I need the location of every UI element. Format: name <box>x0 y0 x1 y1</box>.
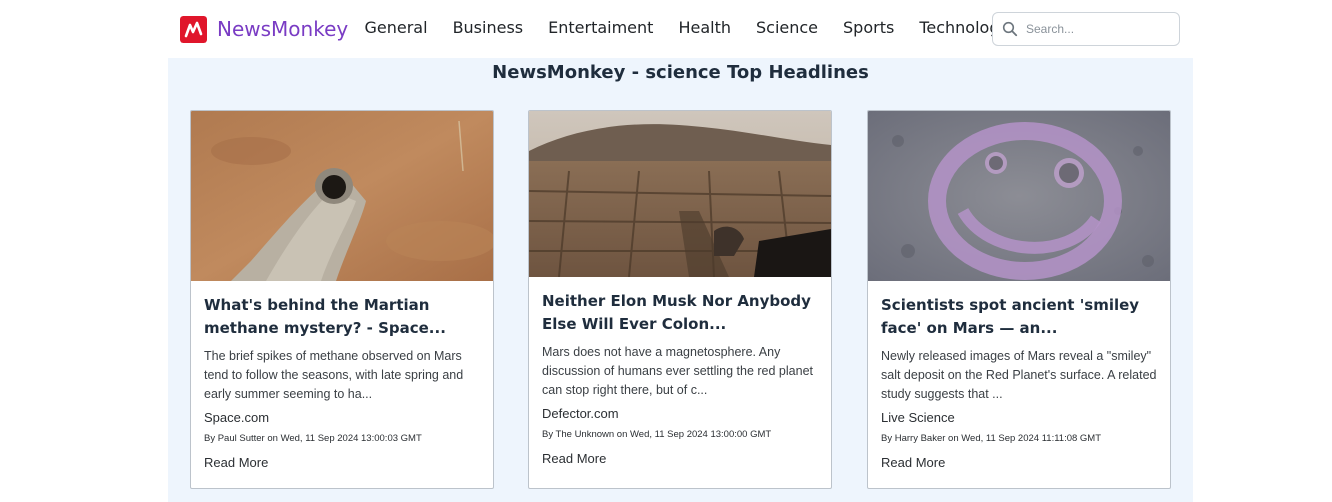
page-title: NewsMonkey - science Top Headlines <box>492 62 869 83</box>
brand-name: NewsMonkey <box>217 17 349 41</box>
news-card: What's behind the Martian methane myster… <box>190 110 494 489</box>
main-content: NewsMonkey - science Top Headlines What'… <box>168 58 1193 502</box>
card-body: Scientists spot ancient 'smiley face' on… <box>868 281 1170 472</box>
article-byline: By Harry Baker on Wed, 11 Sep 2024 11:11… <box>881 433 1102 444</box>
news-card: Scientists spot ancient 'smiley face' on… <box>867 110 1171 489</box>
article-source: Defector.com <box>542 406 619 421</box>
article-description: Newly released images of Mars reveal a "… <box>881 349 1157 401</box>
nav-item-general[interactable]: General <box>352 18 440 37</box>
newsmonkey-logo-icon <box>180 15 207 43</box>
article-title: Neither Elon Musk Nor Anybody Else Will … <box>542 292 811 333</box>
search-box <box>992 12 1180 46</box>
article-source: Space.com <box>204 410 270 425</box>
article-image[interactable] <box>868 111 1170 281</box>
card-body: Neither Elon Musk Nor Anybody Else Will … <box>529 277 831 468</box>
article-title: Scientists spot ancient 'smiley face' on… <box>881 296 1140 337</box>
search-icon <box>1002 21 1018 37</box>
nav-item-science[interactable]: Science <box>743 18 830 37</box>
article-description: Mars does not have a magnetosphere. Any … <box>542 345 813 397</box>
navbar: NewsMonkey General Business Entertaiment… <box>0 0 1332 58</box>
nav-item-business[interactable]: Business <box>440 18 536 37</box>
nav-item-entertainment[interactable]: Entertaiment <box>536 18 666 37</box>
card-body: What's behind the Martian methane myster… <box>191 281 493 472</box>
article-byline: By Paul Sutter on Wed, 11 Sep 2024 13:00… <box>204 433 422 444</box>
read-more-link[interactable]: Read More <box>542 451 606 466</box>
article-title: What's behind the Martian methane myster… <box>204 296 446 337</box>
nav-item-sports[interactable]: Sports <box>831 18 907 37</box>
read-more-link[interactable]: Read More <box>204 455 268 470</box>
nav-item-health[interactable]: Health <box>666 18 744 37</box>
search-input[interactable] <box>1026 22 1176 36</box>
read-more-link[interactable]: Read More <box>881 455 945 470</box>
brand-link[interactable]: NewsMonkey <box>180 15 348 43</box>
article-image[interactable] <box>529 111 831 277</box>
article-source: Live Science <box>881 410 955 425</box>
nav-links: General Business Entertaiment Health Sci… <box>352 18 1021 37</box>
article-description: The brief spikes of methane observed on … <box>204 349 464 401</box>
news-card: Neither Elon Musk Nor Anybody Else Will … <box>528 110 832 489</box>
article-byline: By The Unknown on Wed, 11 Sep 2024 13:00… <box>542 429 772 440</box>
article-image[interactable] <box>191 111 493 281</box>
